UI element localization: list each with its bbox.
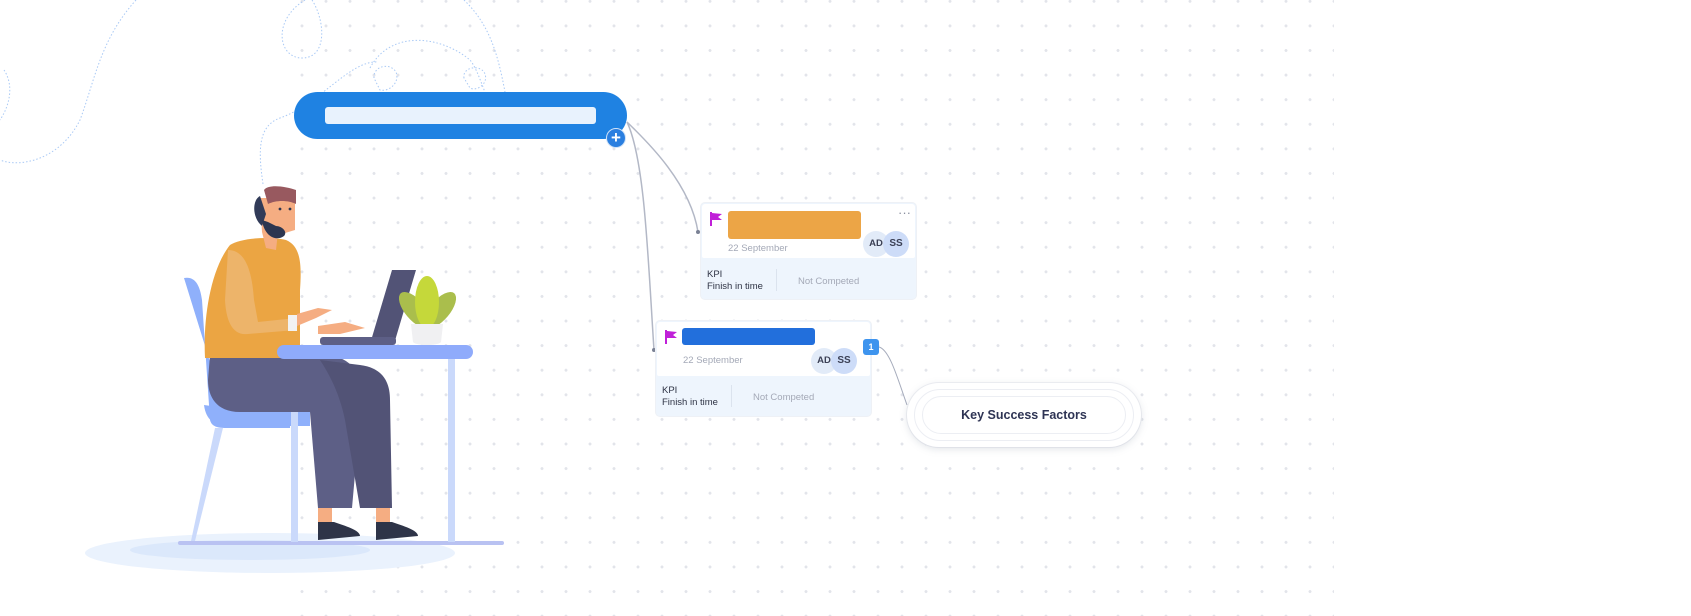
task-title-bar[interactable] bbox=[682, 328, 815, 345]
flag-icon bbox=[710, 212, 722, 226]
status-text: Not Competed bbox=[753, 392, 815, 403]
task-title-bar[interactable] bbox=[728, 211, 861, 239]
due-date: 22 September bbox=[683, 355, 743, 366]
kpi-value: Finish in time bbox=[707, 281, 763, 292]
plus-icon: + bbox=[611, 128, 621, 147]
more-options-icon[interactable]: ··· bbox=[898, 206, 911, 219]
connector-card-2-to-ksf bbox=[878, 346, 908, 406]
add-child-button[interactable]: + bbox=[606, 128, 626, 148]
task-card[interactable]: 22 September AD SS KPI Finish in time No… bbox=[656, 321, 871, 416]
kpi-value: Finish in time bbox=[662, 397, 718, 408]
due-date: 22 September bbox=[728, 243, 788, 254]
divider bbox=[731, 385, 732, 407]
kpi-label: KPI bbox=[662, 385, 678, 396]
ksf-node-label: Key Success Factors bbox=[922, 396, 1126, 434]
kpi-label: KPI bbox=[707, 269, 723, 280]
root-node-title-input[interactable] bbox=[325, 107, 596, 124]
root-node[interactable] bbox=[294, 92, 627, 139]
divider bbox=[776, 269, 777, 291]
flag-icon bbox=[665, 330, 677, 344]
status-text: Not Competed bbox=[798, 276, 860, 287]
ksf-node-ring: Key Success Factors bbox=[914, 389, 1134, 441]
assignee-avatar[interactable]: SS bbox=[883, 231, 909, 257]
child-count-badge[interactable]: 1 bbox=[863, 339, 879, 355]
connector-root-to-card-1 bbox=[626, 121, 699, 233]
key-success-factors-node[interactable]: Key Success Factors bbox=[907, 383, 1141, 447]
task-card[interactable]: 22 September ··· AD SS KPI Finish in tim… bbox=[701, 203, 916, 299]
kpi-block: KPI Finish in time bbox=[662, 385, 718, 409]
connectors bbox=[626, 121, 908, 406]
connector-endpoint bbox=[696, 230, 700, 234]
connector-root-to-card-2 bbox=[626, 121, 655, 351]
assignee-avatar[interactable]: SS bbox=[831, 348, 857, 374]
kpi-block: KPI Finish in time bbox=[707, 269, 763, 293]
